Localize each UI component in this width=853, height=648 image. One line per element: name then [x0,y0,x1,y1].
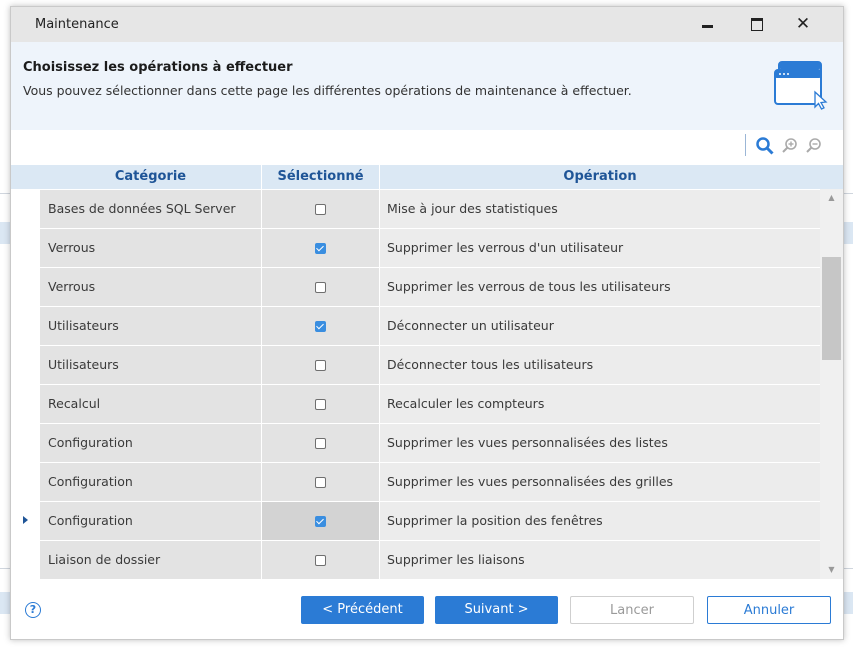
column-header-selected[interactable]: Sélectionné [262,165,379,189]
row-indicator[interactable] [11,268,40,306]
row-checkbox[interactable] [315,438,326,449]
operation-cell[interactable]: Supprimer les liaisons [380,541,820,579]
table-row[interactable]: Configuration Supprimer les vues personna… [11,424,820,463]
row-checkbox[interactable] [315,204,326,215]
row-checkbox[interactable] [315,282,326,293]
table-row[interactable]: Verrous Supprimer les verrous de tous les… [11,268,820,307]
table-row[interactable]: Utilisateurs Déconnecter un utilisateur [11,307,820,346]
row-checkbox[interactable] [315,321,326,332]
grid-scrollbar[interactable]: ▲ ▼ [820,189,843,579]
toolbar-separator [745,134,746,156]
selected-cell[interactable] [262,190,379,228]
scroll-thumb[interactable] [822,257,841,360]
selected-cell[interactable] [262,424,379,462]
table-row[interactable]: Utilisateurs Déconnecter tous les utilisa… [11,346,820,385]
column-header-category[interactable]: Catégorie [40,165,261,189]
category-cell[interactable]: Verrous [40,268,261,306]
maintenance-dialog: Maintenance ✕ Choisissez les opérations … [10,6,844,640]
minimize-button[interactable] [694,11,720,37]
operation-cell[interactable]: Déconnecter tous les utilisateurs [380,346,820,384]
operation-cell[interactable]: Déconnecter un utilisateur [380,307,820,345]
window-title: Maintenance [35,17,119,32]
grid-header: Catégorie Sélectionné Opération [11,165,843,189]
selected-cell[interactable] [262,463,379,501]
category-cell[interactable]: Utilisateurs [40,346,261,384]
row-checkbox[interactable] [315,399,326,410]
row-indicator[interactable] [11,385,40,423]
scroll-up-arrow[interactable]: ▲ [820,191,843,205]
category-cell[interactable]: Configuration [40,424,261,462]
category-cell[interactable]: Bases de données SQL Server [40,190,261,228]
category-cell[interactable]: Utilisateurs [40,307,261,345]
next-button[interactable]: Suivant > [435,596,558,624]
table-row[interactable]: Recalcul Recalculer les compteurs [11,385,820,424]
operation-cell[interactable]: Supprimer les vues personnalisées des li… [380,424,820,462]
operations-grid: Catégorie Sélectionné Opération Bases de… [11,165,843,579]
table-row[interactable]: Bases de données SQL Server Mise à jour d… [11,190,820,229]
table-row[interactable]: Verrous Supprimer les verrous d'un utilis… [11,229,820,268]
operation-cell[interactable]: Supprimer la position des fenêtres [380,502,820,540]
table-row[interactable]: Configuration Supprimer les vues personna… [11,463,820,502]
selected-cell[interactable] [262,502,379,540]
row-indicator[interactable] [11,463,40,501]
grid-toolbar [11,130,843,163]
help-icon[interactable]: ? [25,602,41,618]
operation-cell[interactable]: Recalculer les compteurs [380,385,820,423]
category-cell[interactable]: Liaison de dossier [40,541,261,579]
search-icon[interactable] [755,136,775,156]
selected-cell[interactable] [262,541,379,579]
category-cell[interactable]: Configuration [40,502,261,540]
row-checkbox[interactable] [315,360,326,371]
row-indicator[interactable] [11,502,40,540]
operation-cell[interactable]: Supprimer les vues personnalisées des gr… [380,463,820,501]
zoom-in-icon[interactable] [780,136,800,156]
zoom-out-icon[interactable] [804,136,824,156]
row-indicator[interactable] [11,541,40,579]
row-indicator[interactable] [11,346,40,384]
title-bar[interactable]: Maintenance ✕ [11,7,843,42]
column-header-operation[interactable]: Opération [380,165,820,189]
run-button[interactable]: Lancer [570,596,694,624]
page-subtitle: Vous pouvez sélectionner dans cette page… [23,83,632,98]
selected-cell[interactable] [262,346,379,384]
row-indicator[interactable] [11,307,40,345]
maximize-button[interactable] [744,11,770,37]
row-checkbox[interactable] [315,555,326,566]
category-cell[interactable]: Configuration [40,463,261,501]
row-checkbox[interactable] [315,516,326,527]
selected-cell[interactable] [262,307,379,345]
selected-cell[interactable] [262,268,379,306]
table-row[interactable]: Configuration Supprimer la position des f… [11,502,820,541]
current-row-arrow-icon [23,516,28,524]
wizard-header: Choisissez les opérations à effectuer Vo… [11,42,843,130]
operation-cell[interactable]: Mise à jour des statistiques [380,190,820,228]
wizard-footer: ? < Précédent Suivant > Lancer Annuler [11,580,843,638]
row-checkbox[interactable] [315,243,326,254]
operation-cell[interactable]: Supprimer les verrous de tous les utilis… [380,268,820,306]
row-indicator[interactable] [11,229,40,267]
row-indicator[interactable] [11,190,40,228]
cancel-button[interactable]: Annuler [707,596,831,624]
previous-button[interactable]: < Précédent [301,596,424,624]
selected-cell[interactable] [262,385,379,423]
row-indicator[interactable] [11,424,40,462]
window-cursor-icon [774,61,828,110]
close-button[interactable]: ✕ [790,11,816,37]
row-checkbox[interactable] [315,477,326,488]
selected-cell[interactable] [262,229,379,267]
table-row[interactable]: Liaison de dossier Supprimer les liaisons [11,541,820,579]
scroll-down-arrow[interactable]: ▼ [820,563,843,577]
page-title: Choisissez les opérations à effectuer [23,60,293,75]
category-cell[interactable]: Recalcul [40,385,261,423]
category-cell[interactable]: Verrous [40,229,261,267]
operation-cell[interactable]: Supprimer les verrous d'un utilisateur [380,229,820,267]
